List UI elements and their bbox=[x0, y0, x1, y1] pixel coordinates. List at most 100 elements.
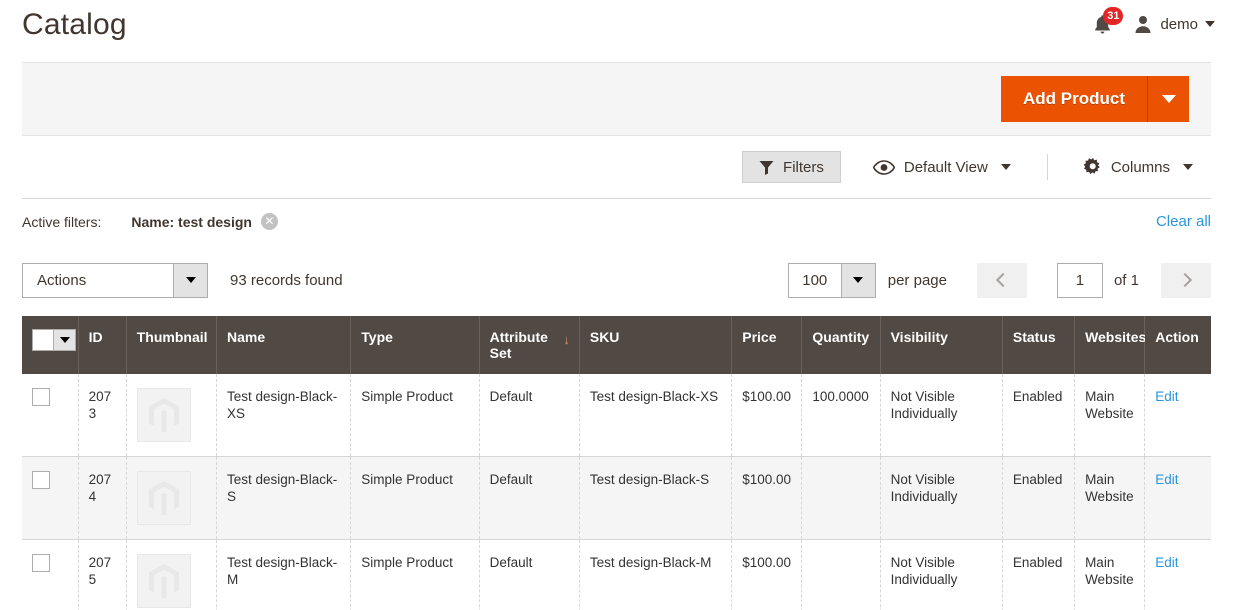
cell-name: Test design-Black-S bbox=[216, 456, 352, 540]
cell-quantity: 100.0000 bbox=[801, 374, 881, 457]
cell-action: Edit bbox=[1144, 374, 1211, 457]
column-header-quantity[interactable]: Quantity bbox=[801, 316, 881, 374]
cell-action: Edit bbox=[1144, 456, 1211, 540]
table-row[interactable]: 2075 Test design-Black-M Simple Product … bbox=[22, 539, 1211, 610]
next-page-button[interactable] bbox=[1161, 262, 1211, 298]
total-pages-label: of 1 bbox=[1113, 271, 1139, 289]
products-grid: ID Thumbnail Name Type Attribute Set ↓ S… bbox=[22, 316, 1211, 610]
column-header-name[interactable]: Name bbox=[216, 316, 352, 374]
chevron-down-icon bbox=[1183, 164, 1193, 170]
cell-sku: Test design-Black-M bbox=[579, 539, 733, 610]
table-row[interactable]: 2073 Test design-Black-XS Simple Product… bbox=[22, 374, 1211, 457]
per-page-dropdown-toggle[interactable] bbox=[840, 263, 875, 297]
chevron-down-icon bbox=[1161, 95, 1176, 103]
user-name-label: demo bbox=[1160, 15, 1198, 33]
column-header-thumbnail[interactable]: Thumbnail bbox=[126, 316, 217, 374]
row-checkbox[interactable] bbox=[32, 388, 50, 406]
per-page-label: per page bbox=[887, 271, 947, 289]
table-head: ID Thumbnail Name Type Attribute Set ↓ S… bbox=[22, 316, 1211, 374]
cell-id: 2073 bbox=[78, 374, 127, 457]
columns-button[interactable]: Columns bbox=[1066, 151, 1211, 183]
cell-attribute-set: Default bbox=[479, 456, 580, 540]
column-header-attribute-set[interactable]: Attribute Set ↓ bbox=[479, 316, 580, 374]
column-header-id[interactable]: ID bbox=[78, 316, 127, 374]
column-header-websites[interactable]: Websites bbox=[1074, 316, 1146, 374]
chevron-down-icon bbox=[853, 277, 864, 283]
magento-placeholder-icon bbox=[136, 471, 191, 525]
cell-price: $100.00 bbox=[731, 539, 803, 610]
clear-all-link[interactable]: Clear all bbox=[1156, 213, 1211, 230]
filters-button[interactable]: Filters bbox=[742, 151, 841, 183]
cell-websites: Main Website bbox=[1074, 456, 1146, 540]
row-checkbox[interactable] bbox=[32, 554, 50, 572]
products-table: ID Thumbnail Name Type Attribute Set ↓ S… bbox=[22, 316, 1211, 610]
cell-visibility: Not Visible Individually bbox=[880, 456, 1003, 540]
add-product-dropdown-toggle[interactable] bbox=[1147, 76, 1189, 122]
edit-link[interactable]: Edit bbox=[1155, 472, 1178, 487]
column-header-sku[interactable]: SKU bbox=[579, 316, 733, 374]
cell-attribute-set: Default bbox=[479, 539, 580, 610]
column-header-select-all[interactable] bbox=[22, 316, 79, 374]
column-header-type[interactable]: Type bbox=[350, 316, 480, 374]
per-page-dropdown[interactable]: 100 bbox=[787, 262, 876, 298]
table-row[interactable]: 2074 Test design-Black-S Simple Product … bbox=[22, 456, 1211, 540]
notification-count-badge: 31 bbox=[1103, 7, 1124, 25]
cell-action: Edit bbox=[1144, 539, 1211, 610]
magento-placeholder-icon bbox=[136, 554, 191, 608]
chevron-right-icon bbox=[1177, 272, 1192, 288]
arrow-down-icon: ↓ bbox=[563, 332, 570, 347]
actions-dropdown-label: Actions bbox=[37, 271, 87, 289]
add-product-split-button: Add Product bbox=[1001, 76, 1189, 122]
edit-link[interactable]: Edit bbox=[1155, 555, 1178, 570]
default-view-button[interactable]: Default View bbox=[855, 151, 1029, 183]
select-all-checkbox[interactable] bbox=[32, 329, 54, 351]
previous-page-button[interactable] bbox=[976, 262, 1027, 298]
close-circle-icon[interactable]: ✕ bbox=[260, 213, 278, 230]
column-header-action[interactable]: Action bbox=[1144, 316, 1211, 374]
cell-status: Enabled bbox=[1002, 374, 1076, 457]
filters-label: Filters bbox=[783, 158, 824, 176]
column-header-status[interactable]: Status bbox=[1002, 316, 1076, 374]
magento-logo-glyph bbox=[148, 481, 179, 515]
cell-id: 2074 bbox=[78, 456, 127, 540]
column-header-visibility[interactable]: Visibility bbox=[880, 316, 1003, 374]
cell-visibility: Not Visible Individually bbox=[880, 539, 1003, 610]
columns-label: Columns bbox=[1110, 158, 1170, 176]
add-product-button[interactable]: Add Product bbox=[1001, 76, 1147, 122]
user-icon bbox=[1135, 16, 1151, 33]
active-filter-text: Name: test design bbox=[131, 213, 252, 230]
row-checkbox[interactable] bbox=[32, 471, 50, 489]
per-page-value: 100 bbox=[802, 271, 828, 289]
cell-status: Enabled bbox=[1002, 456, 1076, 540]
cell-name: Test design-Black-XS bbox=[216, 374, 352, 457]
records-found-label: 93 records found bbox=[230, 271, 343, 289]
user-menu[interactable]: demo bbox=[1133, 14, 1215, 34]
cell-id: 2075 bbox=[78, 539, 127, 610]
cell-status: Enabled bbox=[1002, 539, 1076, 610]
actions-dropdown-toggle[interactable] bbox=[173, 263, 207, 297]
row-select-cell[interactable] bbox=[22, 456, 79, 540]
table-header-row: ID Thumbnail Name Type Attribute Set ↓ S… bbox=[22, 316, 1211, 374]
funnel-icon bbox=[759, 160, 774, 175]
row-select-cell[interactable] bbox=[22, 539, 79, 610]
cell-visibility: Not Visible Individually bbox=[880, 374, 1003, 457]
chevron-down-icon bbox=[1000, 164, 1011, 170]
active-filter-chip: Name: test design ✕ bbox=[131, 213, 278, 230]
select-all-control[interactable] bbox=[32, 329, 76, 351]
edit-link[interactable]: Edit bbox=[1155, 389, 1178, 404]
chevron-down-icon bbox=[185, 277, 196, 283]
actions-dropdown[interactable]: Actions bbox=[22, 262, 208, 298]
cell-price: $100.00 bbox=[731, 456, 803, 540]
cell-name: Test design-Black-M bbox=[216, 539, 352, 610]
magento-placeholder-icon bbox=[136, 388, 191, 442]
select-all-dropdown-toggle[interactable] bbox=[54, 329, 76, 351]
table-body: 2073 Test design-Black-XS Simple Product… bbox=[22, 374, 1211, 610]
notifications-button[interactable]: 31 bbox=[1089, 7, 1124, 38]
current-page-input[interactable] bbox=[1056, 262, 1103, 298]
header-actions: 31 demo bbox=[1089, 7, 1215, 38]
cell-thumbnail bbox=[126, 374, 217, 457]
cell-thumbnail bbox=[126, 456, 217, 540]
column-header-price[interactable]: Price bbox=[731, 316, 803, 374]
grid-toolbar: Filters Default View Columns bbox=[22, 136, 1211, 198]
row-select-cell[interactable] bbox=[22, 374, 79, 457]
